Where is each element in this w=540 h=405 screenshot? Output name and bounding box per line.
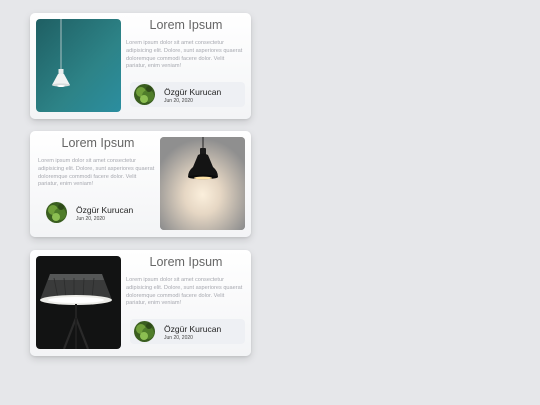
author-name: Özgür Kurucan <box>164 87 222 97</box>
card-content: Lorem Ipsum Lorem ipsum dolor sit amet c… <box>38 131 158 223</box>
card-content: Lorem Ipsum Lorem ipsum dolor sit amet c… <box>126 13 246 107</box>
post-date: Jun 20, 2020 <box>164 98 193 104</box>
card-body: Lorem ipsum dolor sit amet consectetur a… <box>38 158 155 188</box>
card-body: Lorem ipsum dolor sit amet consectetur a… <box>126 40 243 70</box>
card-image-floor-lamp <box>36 256 121 349</box>
author-box[interactable]: Özgür Kurucan Jun 20, 2020 <box>130 319 245 344</box>
card-image-pendant-lamp <box>36 19 121 112</box>
avatar <box>134 321 155 342</box>
card-content: Lorem Ipsum Lorem ipsum dolor sit amet c… <box>126 250 246 344</box>
author-box[interactable]: Özgür Kurucan Jun 20, 2020 <box>130 82 245 107</box>
author-name: Özgür Kurucan <box>76 205 134 215</box>
blog-card-1[interactable]: Lorem Ipsum Lorem ipsum dolor sit amet c… <box>30 13 251 119</box>
post-date: Jun 20, 2020 <box>76 216 105 222</box>
card-title: Lorem Ipsum <box>149 18 223 32</box>
author-name: Özgür Kurucan <box>164 324 222 334</box>
card-image-lit-lamp <box>160 137 245 230</box>
avatar <box>46 202 67 223</box>
post-date: Jun 20, 2020 <box>164 335 193 341</box>
card-title: Lorem Ipsum <box>61 136 135 150</box>
author-box[interactable]: Özgür Kurucan Jun 20, 2020 <box>42 200 157 225</box>
avatar <box>134 84 155 105</box>
card-body: Lorem ipsum dolor sit amet consectetur a… <box>126 277 243 307</box>
card-title: Lorem Ipsum <box>149 255 223 269</box>
blog-card-3[interactable]: Lorem Ipsum Lorem ipsum dolor sit amet c… <box>30 250 251 356</box>
blog-card-2[interactable]: Lorem Ipsum Lorem ipsum dolor sit amet c… <box>30 131 251 237</box>
